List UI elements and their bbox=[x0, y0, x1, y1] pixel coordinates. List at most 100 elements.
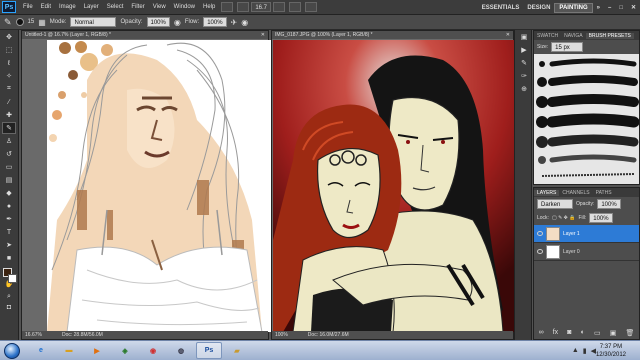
brush-tool-icon[interactable]: ✎ bbox=[2, 122, 16, 134]
layer-row[interactable]: Layer 0 bbox=[534, 243, 639, 261]
hand-tool-icon[interactable] bbox=[273, 2, 286, 12]
document-zoom[interactable]: 16.67% bbox=[25, 331, 42, 339]
tab-paths[interactable]: PATHS bbox=[593, 190, 615, 196]
tab-navigator[interactable]: NAVIGA bbox=[561, 33, 586, 39]
workspace-essentials[interactable]: ESSENTIALS bbox=[478, 4, 524, 12]
document-info[interactable]: Doc: 16.0M/27.6M bbox=[308, 331, 349, 339]
sketch-canvas[interactable] bbox=[47, 40, 285, 332]
explorer-icon[interactable]: ▬ bbox=[56, 342, 82, 359]
brush-panel-icon[interactable]: ✑ bbox=[517, 70, 531, 82]
tab-brush-presets[interactable]: BRUSH PRESETS bbox=[585, 32, 634, 39]
document-zoom[interactable]: 100% bbox=[275, 331, 288, 339]
menu-select[interactable]: Select bbox=[103, 4, 128, 10]
path-select-tool-icon[interactable]: ➤ bbox=[2, 239, 16, 251]
close-tab-icon[interactable]: ✕ bbox=[261, 31, 265, 39]
zoom-level[interactable]: 16.7 bbox=[251, 2, 272, 12]
dodge-tool-icon[interactable]: ● bbox=[2, 200, 16, 212]
lock-icons[interactable]: ▢ ✎ ✥ 🔒 bbox=[552, 215, 576, 221]
history-brush-tool-icon[interactable]: ↺ bbox=[2, 148, 16, 160]
mini-bridge-icon[interactable] bbox=[237, 2, 250, 12]
network-icon[interactable]: ▮ bbox=[583, 347, 587, 355]
menu-file[interactable]: File bbox=[19, 4, 37, 10]
menu-help[interactable]: Help bbox=[199, 4, 219, 10]
mode-select[interactable]: Normal bbox=[70, 17, 117, 27]
mask-icon[interactable]: ◙ bbox=[567, 329, 571, 337]
workspace-painting[interactable]: PAINTING bbox=[554, 2, 593, 13]
tab-channels[interactable]: CHANNELS bbox=[559, 190, 592, 196]
zoom-tool-icon[interactable] bbox=[289, 2, 302, 12]
document-info[interactable]: Doc: 28.8M/56.0M bbox=[62, 331, 103, 339]
link-layers-icon[interactable]: ∞ bbox=[539, 329, 544, 337]
clone-source-icon[interactable]: ⊕ bbox=[517, 83, 531, 95]
menu-image[interactable]: Image bbox=[55, 4, 80, 10]
minimize-icon[interactable]: – bbox=[604, 4, 615, 12]
gradient-tool-icon[interactable]: ▤ bbox=[2, 174, 16, 186]
color-swatches[interactable] bbox=[3, 268, 17, 284]
new-layer-icon[interactable]: ▣ bbox=[610, 329, 617, 337]
tray-arrow-icon[interactable]: ▲ bbox=[572, 347, 579, 355]
history-panel-icon[interactable]: ▣ bbox=[517, 31, 531, 43]
maximize-icon[interactable]: □ bbox=[615, 4, 627, 12]
quick-mask-icon[interactable]: ◘ bbox=[2, 301, 16, 313]
layer-row[interactable]: Layer 1 bbox=[534, 225, 639, 243]
crop-tool-icon[interactable]: ⌗ bbox=[2, 83, 16, 95]
fill-input[interactable]: 100% bbox=[589, 213, 613, 223]
adjustment-icon[interactable]: ◐ bbox=[581, 329, 585, 337]
flow-input[interactable]: 100% bbox=[203, 17, 227, 27]
healing-brush-tool-icon[interactable]: ✚ bbox=[2, 109, 16, 121]
menu-edit[interactable]: Edit bbox=[37, 4, 55, 10]
pen-tool-icon[interactable]: ✒ bbox=[2, 213, 16, 225]
actions-panel-icon[interactable]: ▶ bbox=[517, 44, 531, 56]
opacity-input[interactable]: 100% bbox=[146, 17, 170, 27]
brush-size-input[interactable]: 15 px bbox=[551, 42, 584, 52]
document-tab-painting[interactable]: IMG_0187.JPG @ 100% (Layer 1, RGB/8) * ✕ bbox=[272, 31, 513, 39]
lasso-tool-icon[interactable]: ℓ bbox=[2, 57, 16, 69]
ie-icon[interactable]: e bbox=[28, 342, 54, 359]
tool-presets-icon[interactable]: ✎ bbox=[517, 57, 531, 69]
delete-layer-icon[interactable]: 🗑 bbox=[625, 329, 634, 337]
close-tab-icon[interactable]: ✕ bbox=[506, 31, 510, 39]
media-player-icon[interactable]: ▶ bbox=[84, 342, 110, 359]
blend-mode-select[interactable]: Darken bbox=[537, 199, 573, 209]
steam-icon[interactable]: ◍ bbox=[168, 342, 194, 359]
chrome-icon[interactable]: ◉ bbox=[140, 342, 166, 359]
bridge-icon[interactable] bbox=[221, 2, 234, 12]
menu-filter[interactable]: Filter bbox=[127, 4, 148, 10]
brush-preset-picker[interactable] bbox=[15, 18, 24, 26]
type-tool-icon[interactable]: T bbox=[2, 226, 16, 238]
tab-swatches[interactable]: SWATCH bbox=[534, 33, 561, 39]
tab-layers[interactable]: LAYERS bbox=[534, 189, 560, 196]
pressure-size-icon[interactable]: ◉ bbox=[241, 18, 248, 27]
pressure-opacity-icon[interactable]: ◉ bbox=[174, 18, 181, 27]
folder-icon[interactable]: ▰ bbox=[224, 342, 250, 359]
workspace-design[interactable]: DESIGN bbox=[523, 4, 554, 12]
blur-tool-icon[interactable]: ◆ bbox=[2, 187, 16, 199]
workspace-more-icon[interactable]: » bbox=[593, 4, 604, 12]
marquee-tool-icon[interactable]: ⬚ bbox=[2, 44, 16, 56]
layer-opacity-input[interactable]: 100% bbox=[597, 199, 621, 209]
visibility-eye-icon[interactable] bbox=[537, 249, 543, 254]
background-color[interactable] bbox=[8, 274, 17, 283]
clock[interactable]: 7:37 PM 12/30/2012 bbox=[596, 343, 626, 359]
brush-preset-list[interactable] bbox=[534, 54, 639, 184]
visibility-eye-icon[interactable] bbox=[537, 231, 543, 236]
brush-panel-toggle-icon[interactable]: ▦ bbox=[38, 18, 46, 27]
photoshop-taskbar-icon[interactable]: Ps bbox=[196, 342, 222, 359]
menu-layer[interactable]: Layer bbox=[80, 4, 103, 10]
eyedropper-tool-icon[interactable]: ⁄ bbox=[2, 96, 16, 108]
menu-view[interactable]: View bbox=[149, 4, 170, 10]
shape-tool-icon[interactable]: ■ bbox=[2, 252, 16, 264]
quick-select-tool-icon[interactable]: ✧ bbox=[2, 70, 16, 82]
rotate-view-icon[interactable] bbox=[305, 2, 318, 12]
painting-canvas[interactable] bbox=[273, 40, 514, 332]
menu-window[interactable]: Window bbox=[170, 4, 199, 10]
store-icon[interactable]: ◈ bbox=[112, 342, 138, 359]
clone-stamp-tool-icon[interactable]: ♙ bbox=[2, 135, 16, 147]
start-button[interactable] bbox=[4, 342, 20, 359]
close-icon[interactable]: ✕ bbox=[627, 3, 640, 12]
group-icon[interactable]: ▭ bbox=[594, 329, 601, 337]
airbrush-icon[interactable]: ✈ bbox=[231, 18, 238, 27]
brush-tool-icon[interactable]: ✎ bbox=[4, 17, 12, 28]
move-tool-icon[interactable]: ✥ bbox=[2, 31, 16, 43]
eraser-tool-icon[interactable]: ▭ bbox=[2, 161, 16, 173]
